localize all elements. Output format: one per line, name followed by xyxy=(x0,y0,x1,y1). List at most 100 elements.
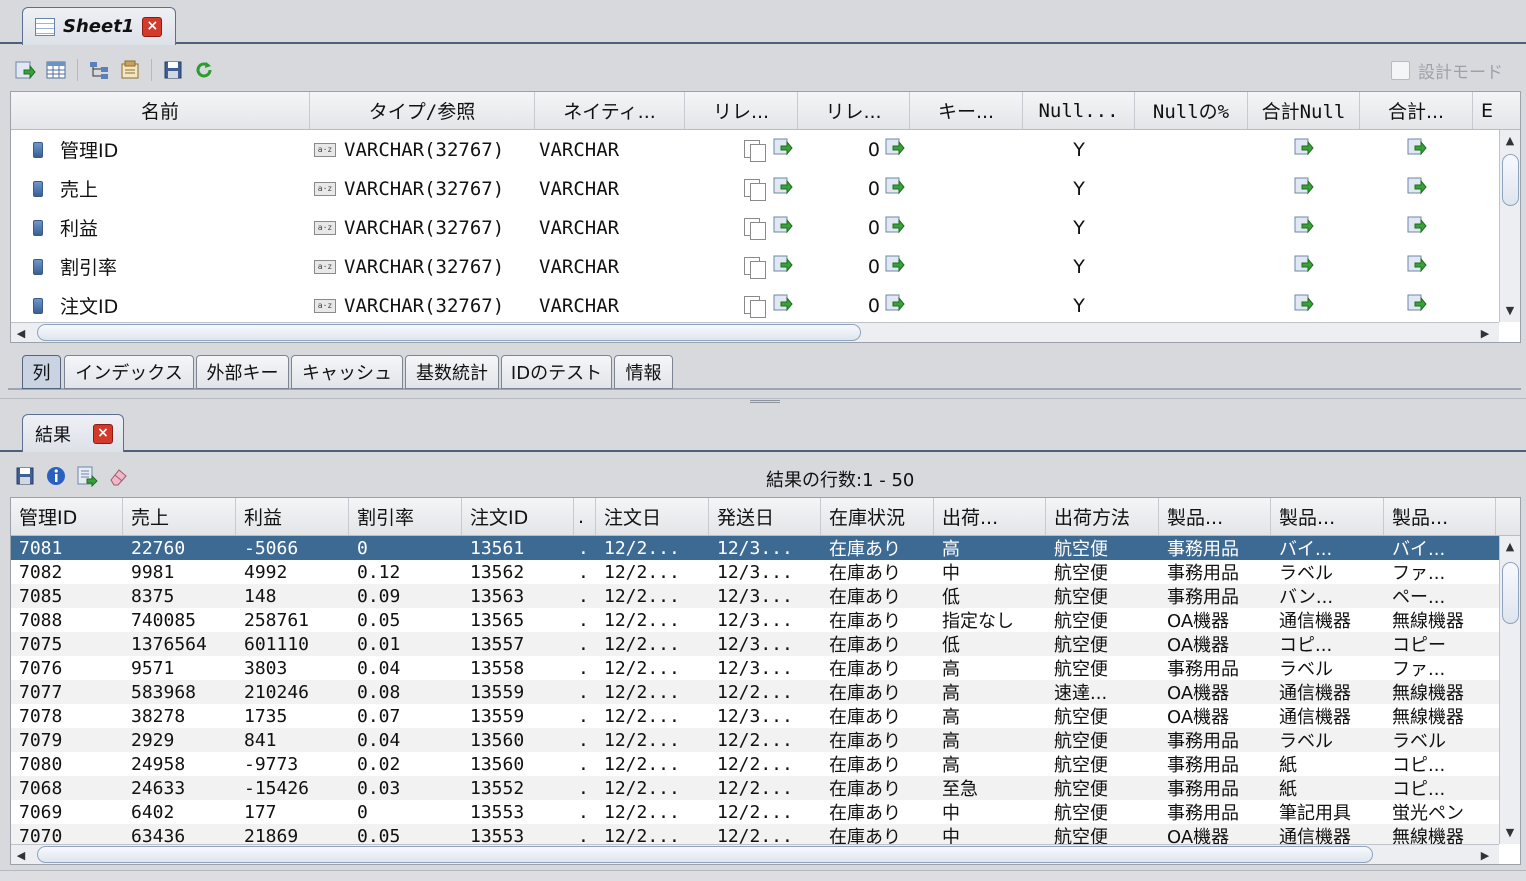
copy-icon[interactable] xyxy=(744,217,766,240)
result-cell[interactable]: 4992 xyxy=(236,560,349,584)
result-cell[interactable]: . xyxy=(574,608,596,632)
close-icon[interactable]: × xyxy=(93,423,113,444)
result-cell[interactable]: 6402 xyxy=(123,800,236,824)
results-header-cell[interactable]: 売上 xyxy=(123,498,236,535)
result-cell[interactable]: 12/3... xyxy=(709,560,821,584)
result-cell[interactable]: . xyxy=(574,680,596,704)
result-cell[interactable]: 13560 xyxy=(462,752,574,776)
result-cell[interactable]: 事務用品 xyxy=(1159,776,1271,800)
result-cell[interactable]: バイ... xyxy=(1271,536,1384,560)
result-cell[interactable]: 在庫あり xyxy=(821,824,934,844)
result-cell[interactable]: 0.03 xyxy=(349,776,462,800)
save-icon[interactable] xyxy=(12,463,38,489)
result-cell[interactable]: 速達... xyxy=(1046,680,1159,704)
tab-foreign-keys[interactable]: 外部キー xyxy=(196,355,289,389)
scroll-down-arrow-icon[interactable]: ▼ xyxy=(1502,826,1518,839)
result-cell[interactable]: 在庫あり xyxy=(821,656,934,680)
result-cell[interactable]: 0.04 xyxy=(349,656,462,680)
result-cell[interactable]: 0.05 xyxy=(349,608,462,632)
header-total[interactable]: 合計... xyxy=(1360,92,1473,129)
result-cell[interactable]: 在庫あり xyxy=(821,632,934,656)
copy-icon[interactable] xyxy=(744,295,766,318)
relation-go-icon[interactable] xyxy=(772,292,794,319)
result-cell[interactable]: 航空便 xyxy=(1046,584,1159,608)
export-icon[interactable] xyxy=(12,57,38,83)
tab-indexes[interactable]: インデックス xyxy=(64,355,194,389)
result-cell[interactable]: 在庫あり xyxy=(821,776,934,800)
result-cell[interactable]: 9571 xyxy=(123,656,236,680)
result-cell[interactable]: 事務用品 xyxy=(1159,560,1271,584)
result-cell[interactable]: . xyxy=(574,632,596,656)
design-mode-toggle[interactable]: 設計モード xyxy=(1391,58,1503,83)
tab-cache[interactable]: キャッシュ xyxy=(291,355,403,389)
results-header-cell[interactable]: 製品... xyxy=(1271,498,1384,535)
total-null-go-icon[interactable] xyxy=(1293,175,1315,202)
results-vertical-scrollbar[interactable]: ▲ ▼ xyxy=(1499,536,1520,844)
result-cell[interactable]: 航空便 xyxy=(1046,776,1159,800)
result-cell[interactable]: 事務用品 xyxy=(1159,536,1271,560)
result-cell[interactable]: 7068 xyxy=(11,776,123,800)
result-cell[interactable]: 210246 xyxy=(236,680,349,704)
result-cell[interactable]: 7080 xyxy=(11,752,123,776)
result-cell[interactable]: -9773 xyxy=(236,752,349,776)
result-cell[interactable]: ペー... xyxy=(1384,584,1496,608)
result-cell[interactable]: ラベル xyxy=(1271,728,1384,752)
scroll-up-arrow-icon[interactable]: ▲ xyxy=(1502,540,1518,553)
relation-count-go-icon[interactable] xyxy=(884,253,906,280)
column-row[interactable]: 利益 a·z VARCHAR(32767) VARCHAR 0 Y xyxy=(11,208,1520,247)
result-cell[interactable]: 12/2... xyxy=(596,800,709,824)
total-go-icon[interactable] xyxy=(1406,292,1428,319)
result-cell[interactable]: 航空便 xyxy=(1046,560,1159,584)
columns-vertical-scroll-thumb[interactable] xyxy=(1502,154,1519,206)
result-cell[interactable]: 12/3... xyxy=(709,608,821,632)
result-cell[interactable]: 航空便 xyxy=(1046,536,1159,560)
result-cell[interactable]: 航空便 xyxy=(1046,800,1159,824)
result-cell[interactable]: 航空便 xyxy=(1046,704,1159,728)
header-relation-1[interactable]: リレ... xyxy=(685,92,798,129)
result-cell[interactable]: コピ... xyxy=(1271,632,1384,656)
result-row[interactable]: 7085 8375 148 0.09 13563. 12/2... 12/3... 在庫あり低… xyxy=(11,584,1520,608)
result-cell[interactable]: 12/2... xyxy=(596,584,709,608)
result-cell[interactable]: 13559 xyxy=(462,704,574,728)
properties-icon[interactable] xyxy=(117,57,143,83)
result-cell[interactable]: 0 xyxy=(349,800,462,824)
result-row[interactable]: 7079 2929 841 0.04 13560. 12/2... 12/2... 在庫あり高… xyxy=(11,728,1520,752)
result-cell[interactable]: 高 xyxy=(934,752,1046,776)
result-cell[interactable]: 21869 xyxy=(236,824,349,845)
result-cell[interactable]: 高 xyxy=(934,680,1046,704)
result-cell[interactable]: OA機器 xyxy=(1159,632,1271,656)
result-row[interactable]: 7078 38278 1735 0.07 13559. 12/2... 12/3... 在庫あ… xyxy=(11,704,1520,729)
result-cell[interactable]: 事務用品 xyxy=(1159,584,1271,608)
result-cell[interactable]: 2929 xyxy=(123,728,236,752)
columns-horizontal-scrollbar[interactable]: ◀ ▶ xyxy=(11,322,1499,342)
result-cell[interactable]: 24633 xyxy=(123,776,236,800)
header-null[interactable]: Null... xyxy=(1023,92,1135,129)
result-cell[interactable]: 841 xyxy=(236,728,349,752)
tab-info[interactable]: 情報 xyxy=(614,355,673,389)
result-cell[interactable]: 0 xyxy=(349,536,462,560)
result-cell[interactable]: コピ... xyxy=(1384,776,1496,800)
scroll-right-arrow-icon[interactable]: ▶ xyxy=(1477,327,1493,340)
result-cell[interactable]: 7082 xyxy=(11,560,123,584)
results-header-cell[interactable]: 割引率 xyxy=(349,498,462,535)
result-cell[interactable]: 高 xyxy=(934,704,1046,728)
result-cell[interactable]: 蛍光ペン xyxy=(1384,800,1496,824)
result-cell[interactable]: 在庫あり xyxy=(821,608,934,632)
result-cell[interactable]: 0.12 xyxy=(349,560,462,584)
result-cell[interactable]: . xyxy=(574,824,596,845)
scroll-right-arrow-icon[interactable]: ▶ xyxy=(1477,849,1493,862)
result-cell[interactable]: 航空便 xyxy=(1046,728,1159,752)
copy-icon[interactable] xyxy=(744,139,766,162)
result-cell[interactable]: 0.08 xyxy=(349,680,462,704)
result-cell[interactable]: ラベル xyxy=(1271,560,1384,584)
header-extra[interactable]: E xyxy=(1473,92,1509,129)
result-cell[interactable]: OA機器 xyxy=(1159,608,1271,632)
result-cell[interactable]: 航空便 xyxy=(1046,824,1159,844)
result-cell[interactable]: 12/2... xyxy=(596,560,709,584)
result-cell[interactable]: 事務用品 xyxy=(1159,800,1271,824)
column-row[interactable]: 管理ID a·z VARCHAR(32767) VARCHAR 0 Y xyxy=(11,130,1520,169)
result-cell[interactable]: 7076 xyxy=(11,656,123,680)
result-cell[interactable]: 在庫あり xyxy=(821,584,934,608)
result-cell[interactable]: 0.04 xyxy=(349,728,462,752)
result-row[interactable]: 7077 583968 210246 0.08 13559. 12/2... 12/2...… xyxy=(11,680,1520,704)
